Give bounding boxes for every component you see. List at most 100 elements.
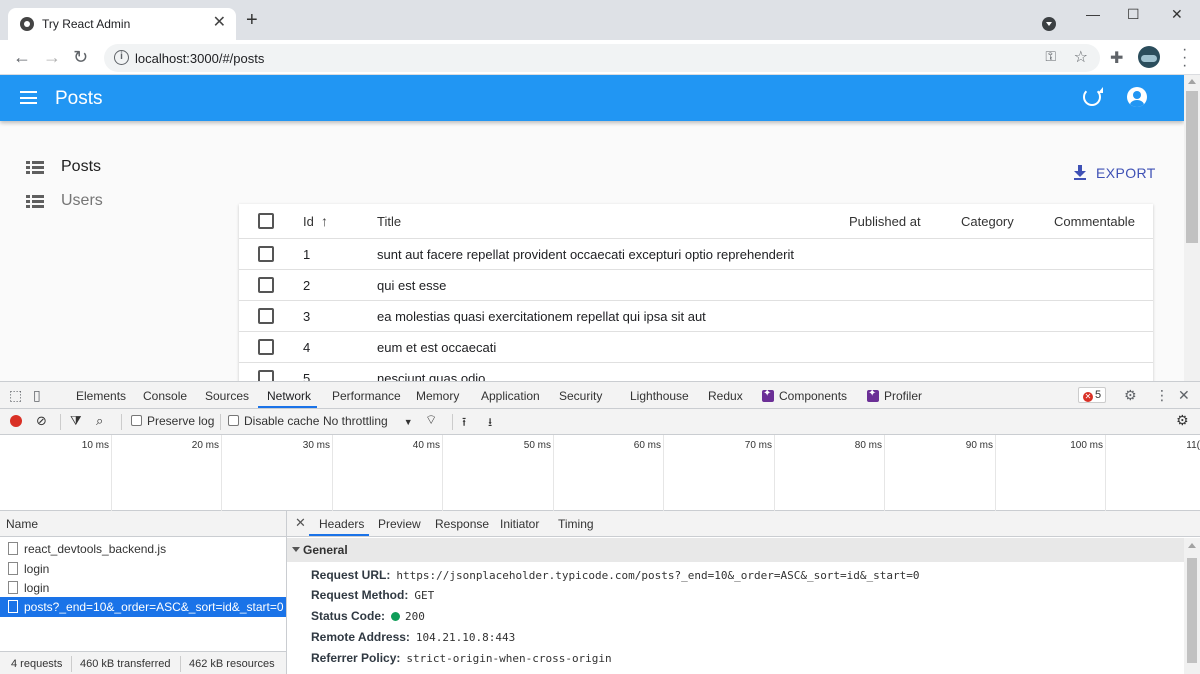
tab-console[interactable]: Console: [143, 389, 187, 403]
timeline-gridline: [553, 435, 554, 511]
request-row-selected[interactable]: posts?_end=10&_order=ASC&_sort=id&_start…: [0, 597, 286, 617]
close-devtools-icon[interactable]: ✕: [1178, 387, 1190, 403]
scroll-up-icon[interactable]: [1188, 79, 1196, 84]
close-tab-icon[interactable]: ✕: [213, 14, 226, 32]
column-header-published-at[interactable]: Published at: [849, 214, 921, 229]
tab-components[interactable]: Components: [762, 388, 847, 403]
scrollbar-thumb[interactable]: [1187, 558, 1197, 663]
bookmark-star-icon[interactable]: ☆: [1074, 47, 1088, 67]
select-all-checkbox[interactable]: [258, 213, 274, 229]
request-name: login: [24, 581, 50, 595]
row-checkbox[interactable]: [258, 339, 274, 355]
import-har-icon[interactable]: ⭱: [462, 413, 466, 434]
menu-icon[interactable]: [20, 91, 37, 104]
key-icon[interactable]: ⚿: [1045, 48, 1056, 65]
row-checkbox[interactable]: [258, 308, 274, 324]
tab-sources[interactable]: Sources: [205, 389, 249, 403]
throttling-select[interactable]: No throttling ▼: [323, 414, 413, 428]
refresh-icon[interactable]: [1083, 87, 1103, 106]
tab-title: Try React Admin: [42, 17, 131, 31]
omnibox[interactable]: i localhost:3000/#/posts ⚿ ☆: [104, 44, 1100, 72]
sort-ascending-icon[interactable]: ↑: [321, 213, 328, 229]
tab-timing[interactable]: Timing: [558, 517, 594, 531]
general-section-header[interactable]: General: [287, 538, 1184, 562]
table-row[interactable]: 2 qui est esse: [239, 270, 1153, 301]
collapse-triangle-icon[interactable]: [292, 547, 300, 552]
browser-tab[interactable]: Try React Admin ✕: [8, 8, 236, 40]
separator: [121, 414, 122, 430]
row-checkbox[interactable]: [258, 246, 274, 262]
back-icon[interactable]: ←: [13, 48, 31, 66]
column-header-commentable[interactable]: Commentable: [1054, 214, 1135, 229]
tab-search-icon[interactable]: [1042, 17, 1056, 31]
page-scrollbar[interactable]: [1184, 75, 1200, 381]
tab-response[interactable]: Response: [435, 517, 489, 531]
new-tab-button[interactable]: +: [246, 10, 258, 30]
tab-lighthouse[interactable]: Lighthouse: [630, 389, 689, 403]
address-bar: ← → ↻ i localhost:3000/#/posts ⚿ ☆ ✚ · · ·: [0, 40, 1200, 75]
timeline-tick-label: 60 ms: [633, 440, 661, 451]
filter-icon[interactable]: ⧩: [70, 413, 82, 429]
tab-redux[interactable]: Redux: [708, 389, 743, 403]
row-checkbox[interactable]: [258, 277, 274, 293]
url-text[interactable]: localhost:3000/#/posts: [135, 51, 264, 66]
scrollbar-thumb[interactable]: [1186, 91, 1198, 243]
reload-icon[interactable]: ↻: [73, 48, 88, 66]
network-timeline[interactable]: 10 ms 20 ms 30 ms 40 ms 50 ms 60 ms 70 m…: [0, 435, 1200, 511]
search-icon[interactable]: ⌕: [96, 413, 103, 429]
timeline-tick-label: 20 ms: [191, 440, 219, 451]
row-checkbox[interactable]: [258, 370, 274, 381]
clear-icon[interactable]: ⊘: [36, 413, 47, 429]
tab-application[interactable]: Application: [481, 389, 540, 403]
close-detail-icon[interactable]: ✕: [295, 515, 306, 531]
request-row[interactable]: login: [0, 578, 286, 598]
request-row[interactable]: login: [0, 559, 286, 579]
site-info-icon[interactable]: i: [114, 50, 129, 65]
network-conditions-icon[interactable]: ⌔: [425, 412, 437, 428]
table-row[interactable]: 4 eum et est occaecati: [239, 332, 1153, 363]
file-icon: [8, 542, 18, 555]
tab-profiler[interactable]: Profiler: [867, 388, 922, 403]
detail-scrollbar[interactable]: [1184, 538, 1200, 674]
checkbox-box[interactable]: [131, 415, 142, 426]
column-header-title[interactable]: Title: [377, 214, 401, 229]
request-row[interactable]: react_devtools_backend.js: [0, 539, 286, 559]
scroll-up-icon[interactable]: [1188, 543, 1196, 548]
tab-headers[interactable]: Headers: [319, 517, 364, 531]
disable-cache-checkbox[interactable]: Disable cache: [228, 414, 319, 428]
error-count-badge[interactable]: ✕ 5: [1078, 387, 1107, 403]
tab-memory[interactable]: Memory: [416, 389, 459, 403]
profile-avatar[interactable]: [1138, 46, 1160, 68]
device-toolbar-icon[interactable]: ▯: [33, 387, 41, 403]
tab-elements[interactable]: Elements: [76, 389, 126, 403]
name-column-header[interactable]: Name: [0, 511, 286, 537]
inspect-element-icon[interactable]: ⬚: [9, 387, 22, 403]
tab-preview[interactable]: Preview: [378, 517, 421, 531]
record-icon[interactable]: [10, 415, 22, 427]
table-row[interactable]: 3 ea molestias quasi exercitationem repe…: [239, 301, 1153, 332]
chrome-menu-icon[interactable]: · · ·: [1182, 42, 1187, 74]
export-har-icon[interactable]: ⭳: [488, 413, 492, 434]
network-settings-gear-icon[interactable]: ⚙: [1176, 412, 1189, 429]
more-options-icon[interactable]: ⋮: [1155, 387, 1169, 403]
row-id: 2: [303, 278, 311, 293]
maximize-button[interactable]: ☐: [1127, 6, 1140, 23]
table-row[interactable]: 5 nesciunt quas odio: [239, 363, 1153, 381]
close-window-button[interactable]: ✕: [1171, 6, 1183, 23]
tab-initiator[interactable]: Initiator: [500, 517, 539, 531]
forward-icon[interactable]: →: [43, 48, 61, 66]
settings-gear-icon[interactable]: ⚙: [1124, 387, 1137, 403]
column-header-id[interactable]: Id: [303, 214, 314, 229]
tab-security[interactable]: Security: [559, 389, 602, 403]
preserve-log-checkbox[interactable]: Preserve log: [131, 414, 214, 428]
column-header-category[interactable]: Category: [961, 214, 1014, 229]
checkbox-box[interactable]: [228, 415, 239, 426]
account-icon[interactable]: [1127, 87, 1147, 107]
row-id: 5: [303, 371, 311, 381]
tab-performance[interactable]: Performance: [332, 389, 401, 403]
table-row[interactable]: 1 sunt aut facere repellat provident occ…: [239, 239, 1153, 270]
extensions-puzzle-icon[interactable]: ✚: [1110, 48, 1123, 68]
table-header: Id ↑ Title Published at Category Comment…: [239, 204, 1153, 239]
tab-network[interactable]: Network: [267, 389, 311, 403]
minimize-button[interactable]: —: [1086, 6, 1100, 22]
